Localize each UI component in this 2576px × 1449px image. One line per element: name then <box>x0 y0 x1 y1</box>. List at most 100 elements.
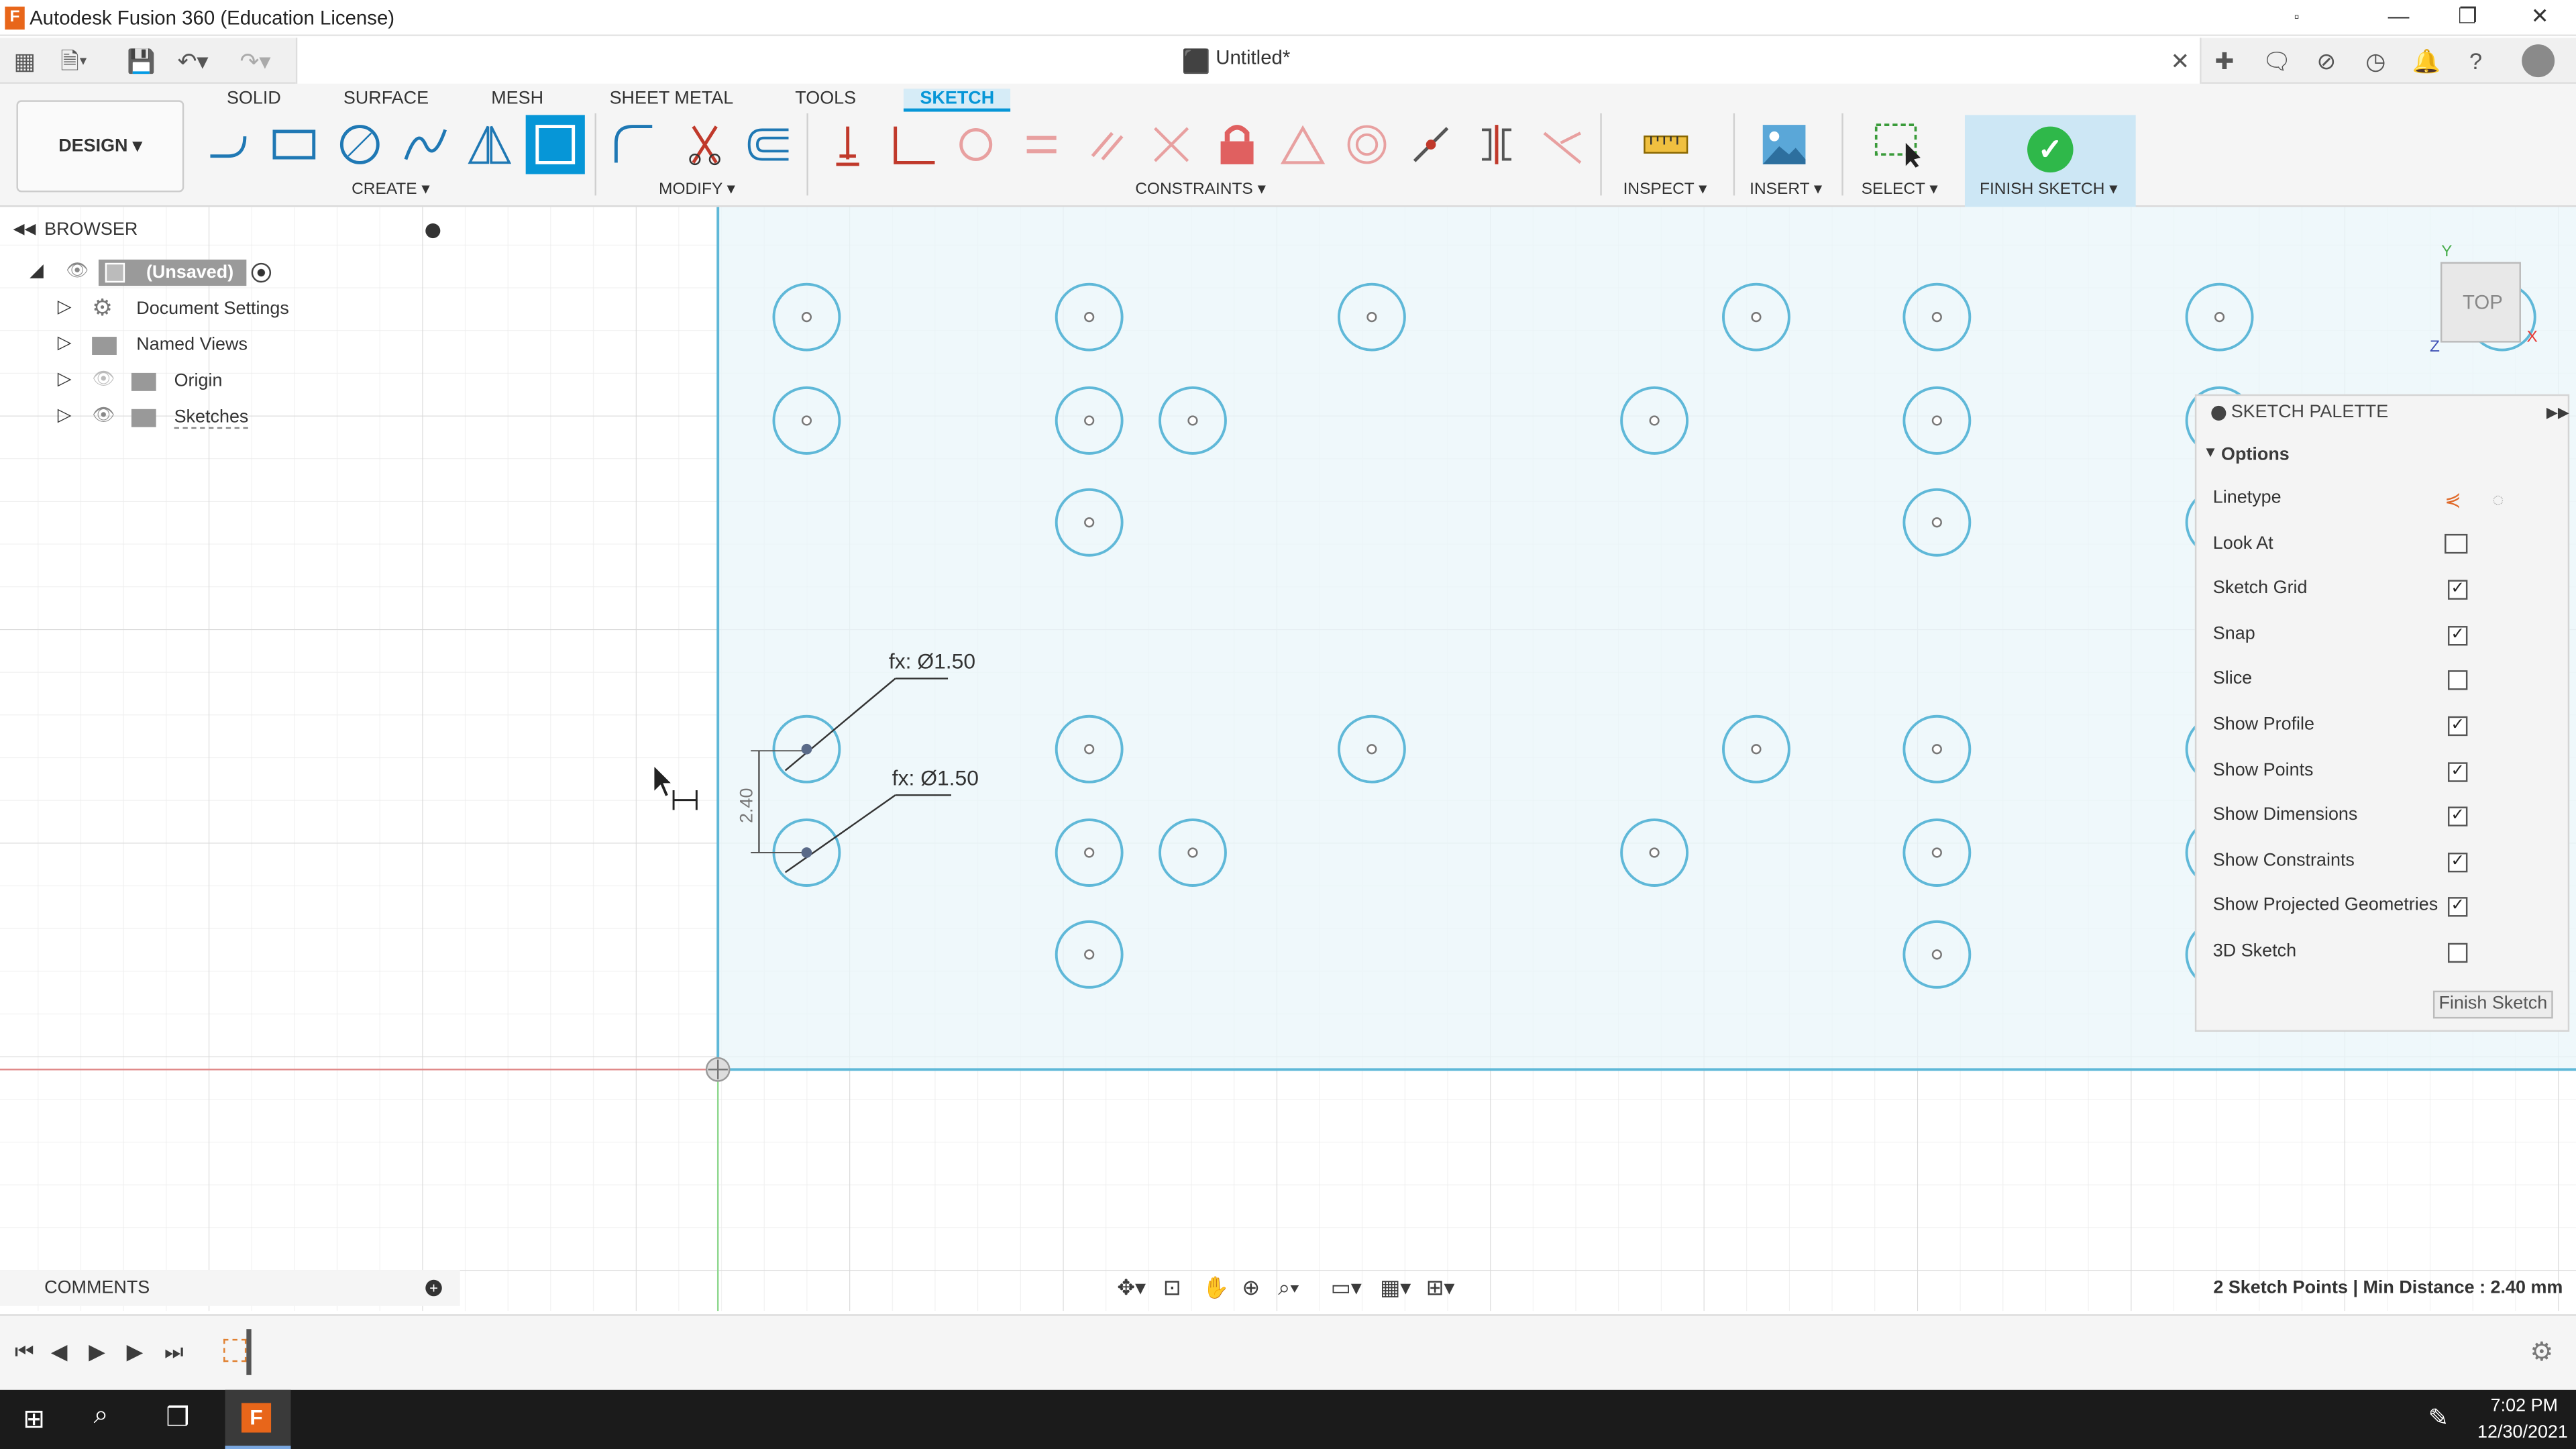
palette-collapse-icon[interactable] <box>2211 405 2226 421</box>
tab-solid[interactable]: SOLID <box>227 89 281 108</box>
redo-icon[interactable]: ↷▾ <box>240 46 271 76</box>
circle-center-point[interactable] <box>1751 312 1762 323</box>
circle-center-point[interactable] <box>1366 744 1377 755</box>
tab-tools[interactable]: TOOLS <box>795 89 856 108</box>
display-settings-icon[interactable]: ▭▾ <box>1331 1275 1362 1301</box>
options-section-toggle[interactable]: ▼ <box>2203 443 2218 460</box>
design-workspace-button[interactable]: DESIGN ▾ <box>16 100 184 193</box>
selected-sketch-point[interactable] <box>801 743 812 755</box>
offset-tool-icon[interactable] <box>743 120 792 169</box>
visibility-eye-icon[interactable]: 👁 <box>92 404 115 425</box>
palette-option-checkbox[interactable]: ✓ <box>2447 716 2468 737</box>
tab-mesh[interactable]: MESH <box>491 89 543 108</box>
viewports-icon[interactable]: ⊞▾ <box>1426 1275 1455 1301</box>
browser-header[interactable]: ◀◀ BROWSER <box>0 213 460 246</box>
insert-image-icon[interactable] <box>1760 120 1809 169</box>
close-button[interactable]: ✕ <box>2515 3 2564 33</box>
comments-panel[interactable]: COMMENTS + <box>0 1270 460 1306</box>
coincident-constraint-icon[interactable] <box>823 120 872 169</box>
go-to-end-icon[interactable]: ⏭ <box>164 1339 184 1365</box>
insert-menu[interactable]: INSERT ▾ <box>1750 180 1822 199</box>
palette-option-checkbox[interactable]: ✓ <box>2447 898 2468 918</box>
save-icon[interactable]: 💾 <box>127 46 156 76</box>
activate-radio-icon[interactable] <box>251 262 272 283</box>
circle-center-point[interactable] <box>1931 744 1942 755</box>
clock-date[interactable]: 12/30/2021 <box>2477 1423 2568 1442</box>
project-tool-icon[interactable] <box>525 115 585 174</box>
circle-center-point[interactable] <box>1931 949 1942 960</box>
close-tab-icon[interactable]: ✕ <box>2165 46 2195 76</box>
linetype-construction-icon[interactable]: ⋞ <box>2445 488 2461 511</box>
linetype-centerline-icon[interactable]: ◌ <box>2492 488 2504 511</box>
circle-center-point[interactable] <box>1084 517 1095 528</box>
palette-option-checkbox[interactable]: ✓ <box>2447 852 2468 872</box>
comments-icon[interactable]: 🗨 <box>2262 46 2292 76</box>
collinear-constraint-icon[interactable] <box>1406 120 1455 169</box>
select-tool-icon[interactable] <box>1873 120 1922 169</box>
circle-center-point[interactable] <box>1084 847 1095 858</box>
new-tab-icon[interactable]: ✚ <box>2210 46 2239 76</box>
finish-sketch-button[interactable]: ✓ FINISH SKETCH ▾ <box>1964 115 2136 207</box>
circle-center-point[interactable] <box>801 312 812 323</box>
circle-center-point[interactable] <box>1649 415 1660 426</box>
tree-expand-icon[interactable]: ▷ <box>58 296 72 317</box>
browser-root-item[interactable]: ◢ 👁 (Unsaved) <box>0 256 460 292</box>
clock-time[interactable]: 7:02 PM <box>2491 1397 2558 1416</box>
timeline-marker[interactable] <box>246 1329 252 1375</box>
job-status-icon[interactable]: ◷ <box>2361 46 2390 76</box>
modify-menu[interactable]: MODIFY ▾ <box>659 180 735 199</box>
tab-surface[interactable]: SURFACE <box>343 89 429 108</box>
zoom-icon[interactable]: ⊕ <box>1242 1275 1260 1301</box>
circle-center-point[interactable] <box>1187 415 1198 426</box>
file-menu-icon[interactable]: 🗎▾ <box>59 46 89 76</box>
circle-center-point[interactable] <box>1931 847 1942 858</box>
rectangle-tool-icon[interactable] <box>270 120 319 169</box>
apps-grid-icon[interactable]: ▦ <box>10 46 40 76</box>
circle-center-point[interactable] <box>1084 312 1095 323</box>
create-menu[interactable]: CREATE ▾ <box>352 180 430 199</box>
pen-icon[interactable]: ✎ <box>2428 1403 2449 1433</box>
curvature-constraint-icon[interactable] <box>1538 120 1587 169</box>
palette-expand-icon[interactable]: ▶▶ <box>2546 404 2569 422</box>
user-avatar[interactable] <box>2522 44 2555 78</box>
circle-tool-icon[interactable] <box>335 120 384 169</box>
search-icon[interactable]: ⌕ <box>94 1401 109 1431</box>
collapse-browser-icon[interactable]: ◀◀ <box>13 220 36 238</box>
palette-option-checkbox[interactable]: ✓ <box>2447 761 2468 782</box>
circle-center-point[interactable] <box>1931 517 1942 528</box>
circle-center-point[interactable] <box>2214 312 2225 323</box>
selected-sketch-point[interactable] <box>801 847 812 858</box>
fit-zoom-icon[interactable]: ⌕▾ <box>1278 1275 1299 1301</box>
mirror-tool-icon[interactable] <box>465 120 514 169</box>
circle-center-point[interactable] <box>1649 847 1660 858</box>
inspect-menu[interactable]: INSPECT ▾ <box>1623 180 1707 199</box>
tangent-constraint-icon[interactable] <box>951 120 1000 169</box>
vertical-dimension-value[interactable]: 2.40 <box>737 788 757 823</box>
circle-center-point[interactable] <box>1366 312 1377 323</box>
parallel-constraint-icon[interactable] <box>1083 120 1132 169</box>
midpoint-constraint-icon[interactable] <box>1278 120 1327 169</box>
tree-expand-icon[interactable]: ▷ <box>58 368 72 389</box>
perpendicular-constraint-icon[interactable] <box>889 120 938 169</box>
undo-icon[interactable]: ↶▾ <box>177 46 208 76</box>
help-icon[interactable]: ? <box>2461 46 2491 76</box>
circle-center-point[interactable] <box>1931 312 1942 323</box>
fillet-tool-icon[interactable] <box>610 120 659 169</box>
tab-sketch[interactable]: SKETCH <box>903 89 1011 112</box>
step-forward-icon[interactable]: ▶ <box>127 1339 143 1365</box>
add-comment-icon[interactable]: + <box>425 1279 442 1297</box>
tab-sheet-metal[interactable]: SHEET METAL <box>610 89 734 108</box>
look-at-icon[interactable] <box>2445 533 2468 554</box>
circle-center-point[interactable] <box>801 415 812 426</box>
concentric-constraint-icon[interactable] <box>1342 120 1391 169</box>
diameter-dimension-2[interactable]: fx: Ø1.50 <box>892 766 979 790</box>
palette-option-checkbox[interactable]: ✓ <box>2447 580 2468 600</box>
browser-item-document-settings[interactable]: ▷ ⚙ Document Settings <box>0 292 460 329</box>
palette-option-checkbox[interactable]: ✓ <box>2447 806 2468 827</box>
tree-collapse-icon[interactable]: ◢ <box>30 260 44 280</box>
spline-tool-icon[interactable] <box>401 120 450 169</box>
timeline-settings-icon[interactable]: ⚙ <box>2530 1336 2553 1368</box>
windows-start-icon[interactable]: ⊞ <box>23 1403 45 1436</box>
restore-button[interactable]: ❐ <box>2443 3 2492 33</box>
circle-center-point[interactable] <box>1084 744 1095 755</box>
